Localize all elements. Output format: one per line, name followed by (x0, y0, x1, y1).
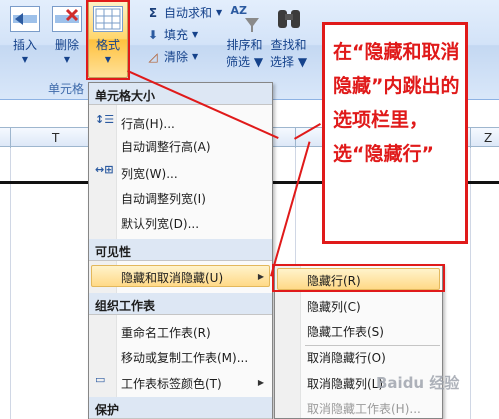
chevron-down-icon: ▼ (192, 30, 199, 39)
menu-item-col-width[interactable]: 列宽(W)... (121, 165, 178, 182)
menu-item-row-height[interactable]: 行高(H)... (121, 115, 175, 132)
tab-color-icon: ▭ (95, 373, 106, 386)
find-select-label2: 选择 (270, 55, 295, 69)
chevron-down-icon: ▼ (192, 52, 199, 61)
sort-filter-label: 排序和 (226, 38, 263, 52)
submenu-arrow-icon: ▶ (257, 378, 264, 387)
submenu-item-unhide-rows[interactable]: 取消隐藏行(O) (307, 349, 386, 366)
clear-label: 清除 (164, 50, 189, 64)
cells-group-label: 单元格 (48, 82, 85, 96)
menu-item-rename-sheet[interactable]: 重命名工作表(R) (121, 324, 211, 341)
binoculars-icon (273, 4, 305, 34)
hide-rows-highlight-box (272, 264, 445, 292)
column-divider (10, 128, 11, 148)
insert-button[interactable]: 插入 ▼ (10, 6, 40, 64)
column-divider (470, 128, 471, 148)
chevron-down-icon: ▼ (21, 55, 29, 64)
submenu-item-hide-sheet[interactable]: 隐藏工作表(S) (307, 323, 384, 340)
sort-filter-button[interactable]: AZ 排序和 筛选 ▼ (226, 4, 263, 70)
row-height-icon: ↕☰ (95, 113, 115, 126)
sort-filter-label-line2: 筛选 ▼ (226, 55, 264, 69)
section-visibility: 可见性 (89, 239, 272, 261)
delete-label: 删除 (54, 38, 79, 52)
autosum-button[interactable]: Σ 自动求和 ▼ (146, 4, 222, 21)
find-select-button[interactable]: 查找和 选择 ▼ (270, 4, 307, 70)
format-highlight-box (86, 0, 130, 80)
find-select-label-line2: 选择 ▼ (270, 55, 308, 69)
chevron-down-icon: ▼ (63, 55, 71, 64)
submenu-item-hide-cols[interactable]: 隐藏列(C) (307, 298, 361, 315)
submenu-item-unhide-sheet: 取消隐藏工作表(H)... (307, 402, 421, 416)
fill-label: 填充 (164, 28, 189, 42)
eraser-icon: ◿ (148, 49, 158, 64)
submenu-arrow-icon: ▶ (257, 272, 264, 281)
annotation-box: 在“隐藏和取消隐藏”内跳出的选项栏里，选“隐藏行” (322, 22, 468, 244)
menu-item-autofit-col[interactable]: 自动调整列宽(I) (121, 190, 206, 207)
sort-filter-icon: AZ (229, 4, 261, 34)
section-protect: 保护 (89, 397, 272, 419)
section-organize: 组织工作表 (89, 293, 272, 315)
sort-filter-label2: 筛选 (226, 55, 251, 69)
annotation-text: 在“隐藏和取消隐藏”内跳出的选项栏里，选“隐藏行” (333, 41, 460, 165)
format-dropdown-menu: 单元格大小 ↕☰ 行高(H)... 自动调整行高(A) ↔⊞ 列宽(W)... … (88, 82, 273, 419)
fill-button[interactable]: ⬇ 填充 ▼ (146, 26, 198, 43)
autosum-label: 自动求和 (164, 6, 213, 20)
insert-icon (10, 6, 40, 32)
column-width-icon: ↔⊞ (95, 163, 114, 176)
find-select-label: 查找和 (270, 38, 307, 52)
menu-item-hide-unhide[interactable]: 隐藏和取消隐藏(U) (121, 269, 223, 286)
clear-button[interactable]: ◿ 清除 ▼ (146, 48, 198, 65)
insert-label: 插入 (12, 38, 37, 52)
grid-line (10, 148, 11, 419)
menu-item-default-width[interactable]: 默认列宽(D)... (121, 215, 199, 232)
submenu-separator (305, 345, 440, 346)
watermark: Baidu 经验 (376, 374, 460, 392)
submenu-item-unhide-cols[interactable]: 取消隐藏列(L) (307, 375, 383, 392)
fill-down-icon: ⬇ (147, 27, 159, 42)
menu-item-move-copy[interactable]: 移动或复制工作表(M)... (121, 349, 248, 366)
menu-item-tab-color[interactable]: 工作表标签颜色(T) (121, 375, 222, 392)
delete-button[interactable]: 删除 ▼ (52, 6, 82, 64)
chevron-down-icon: ▼ (216, 8, 223, 17)
delete-icon (52, 6, 82, 32)
column-header-t[interactable]: T (52, 131, 59, 145)
grid-line (470, 148, 471, 419)
column-header-z[interactable]: Z (484, 131, 492, 145)
sigma-icon: Σ (148, 5, 158, 20)
menu-item-autofit-row[interactable]: 自动调整行高(A) (121, 138, 211, 155)
